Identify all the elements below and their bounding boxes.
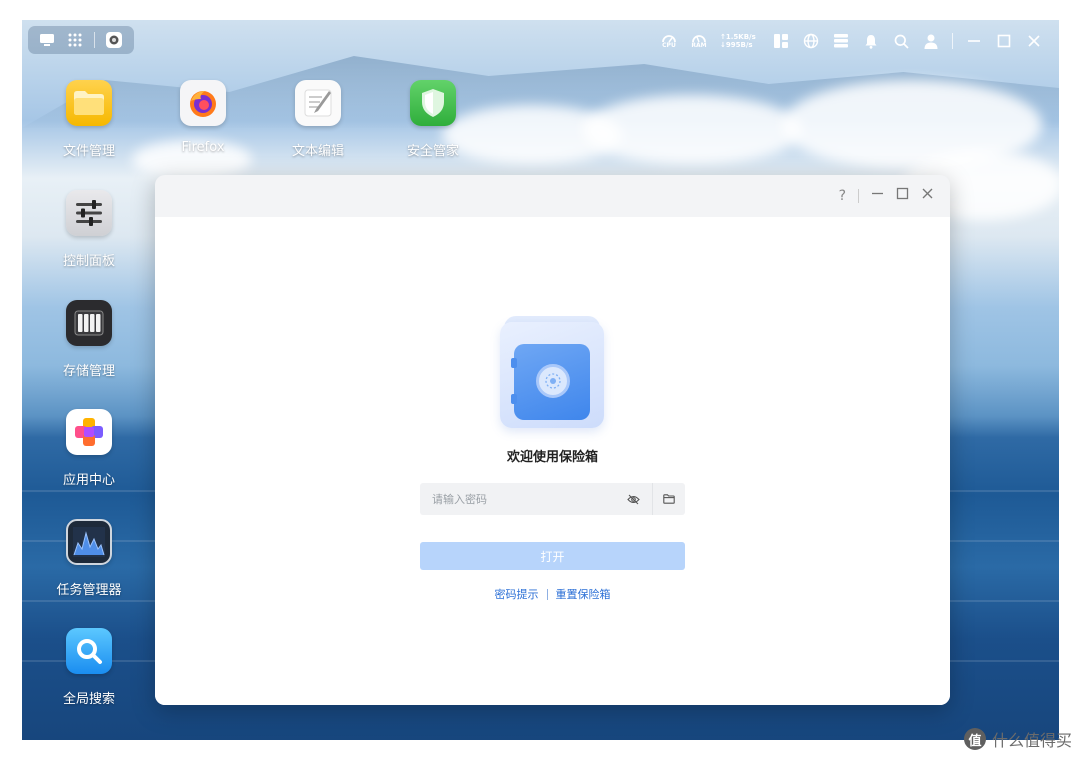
global-search-icon bbox=[66, 628, 112, 674]
cloud bbox=[582, 95, 802, 165]
minimize-icon[interactable] bbox=[965, 32, 983, 50]
shield-icon bbox=[410, 80, 456, 126]
net-down-value: 995B/s bbox=[725, 41, 753, 49]
watermark-badge: 值 bbox=[963, 728, 986, 750]
vault-content: 欢迎使用保险箱 打开 密码提示 重置保险箱 bbox=[155, 217, 950, 705]
window-close-icon[interactable] bbox=[921, 187, 934, 204]
taskbar-divider bbox=[94, 32, 95, 48]
app-security-manager[interactable]: 安全管家 bbox=[388, 80, 478, 159]
cpu-label: CPU bbox=[662, 42, 676, 49]
net-up-value: 1.5KB/s bbox=[725, 33, 756, 41]
window-controls-divider bbox=[858, 188, 859, 203]
taskbar-left bbox=[28, 26, 134, 54]
app-grid-icon[interactable] bbox=[66, 31, 84, 49]
top-bar: CPU RAM ↑1.5KB/s ↓995B/s bbox=[22, 20, 1059, 60]
app-label: 文件管理 bbox=[62, 144, 115, 159]
bell-icon[interactable] bbox=[862, 32, 880, 50]
desktop: CPU RAM ↑1.5KB/s ↓995B/s 文件管理 Firefox 文本… bbox=[22, 20, 1059, 740]
app-label: 存储管理 bbox=[62, 364, 115, 379]
app-label: 应用中心 bbox=[62, 473, 115, 488]
app-storage-manager[interactable]: 存储管理 bbox=[44, 300, 134, 379]
app-app-center[interactable]: 应用中心 bbox=[44, 409, 134, 488]
toggle-visibility-icon[interactable] bbox=[624, 491, 642, 507]
app-center-icon bbox=[66, 409, 112, 455]
watermark-text: 什么值得买 bbox=[991, 731, 1072, 750]
links-divider bbox=[546, 588, 548, 600]
vault-window: ? 欢迎使用保险箱 打开 密码提示 重置保险箱 bbox=[155, 175, 950, 705]
app-firefox[interactable]: Firefox bbox=[158, 80, 248, 155]
search-icon[interactable] bbox=[892, 32, 910, 50]
window-controls: ? bbox=[839, 187, 934, 204]
sliders-icon bbox=[66, 190, 112, 236]
desktop-icon[interactable] bbox=[38, 31, 56, 49]
window-minimize-icon[interactable] bbox=[871, 187, 884, 204]
help-button[interactable]: ? bbox=[839, 188, 846, 204]
folder-icon[interactable] bbox=[653, 483, 685, 515]
app-label: 文本编辑 bbox=[291, 144, 344, 159]
app-global-search[interactable]: 全局搜索 bbox=[44, 628, 134, 707]
system-tray: CPU RAM ↑1.5KB/s ↓995B/s bbox=[660, 28, 1043, 54]
app-file-manager[interactable]: 文件管理 bbox=[44, 80, 134, 159]
app-text-editor[interactable]: 文本编辑 bbox=[273, 80, 363, 159]
task-manager-icon bbox=[66, 519, 112, 565]
tray-divider bbox=[952, 33, 953, 49]
server-status-icon[interactable] bbox=[832, 32, 850, 50]
app-label: 任务管理器 bbox=[56, 583, 122, 598]
user-icon[interactable] bbox=[922, 32, 940, 50]
ram-label: RAM bbox=[691, 42, 707, 49]
network-speed[interactable]: ↑1.5KB/s ↓995B/s bbox=[720, 33, 760, 49]
password-field bbox=[420, 483, 685, 515]
storage-icon bbox=[66, 300, 112, 346]
app-label: Firefox bbox=[181, 140, 225, 155]
app-label: 控制面板 bbox=[62, 254, 115, 269]
password-hint-link[interactable]: 密码提示 bbox=[495, 586, 539, 602]
ram-gauge[interactable]: RAM bbox=[690, 33, 708, 49]
cpu-gauge[interactable]: CPU bbox=[660, 33, 678, 49]
widget-panel-icon[interactable] bbox=[772, 32, 790, 50]
password-input[interactable] bbox=[420, 483, 652, 515]
current-app-icon[interactable] bbox=[105, 31, 123, 49]
vault-welcome-title: 欢迎使用保险箱 bbox=[506, 450, 598, 465]
globe-icon[interactable] bbox=[802, 32, 820, 50]
app-control-panel[interactable]: 控制面板 bbox=[44, 190, 134, 269]
close-icon[interactable] bbox=[1025, 32, 1043, 50]
app-task-manager[interactable]: 任务管理器 bbox=[44, 519, 134, 598]
app-label: 安全管家 bbox=[406, 144, 459, 159]
window-maximize-icon[interactable] bbox=[896, 187, 909, 204]
open-button[interactable]: 打开 bbox=[420, 542, 685, 570]
app-label: 全局搜索 bbox=[62, 692, 115, 707]
watermark: 值 什么值得买 bbox=[963, 727, 1072, 751]
vault-links: 密码提示 重置保险箱 bbox=[155, 586, 950, 602]
maximize-icon[interactable] bbox=[995, 32, 1013, 50]
text-editor-icon bbox=[295, 80, 341, 126]
firefox-icon bbox=[180, 80, 226, 126]
reset-vault-link[interactable]: 重置保险箱 bbox=[556, 586, 611, 602]
folder-icon bbox=[66, 80, 112, 126]
safe-icon bbox=[500, 316, 604, 428]
